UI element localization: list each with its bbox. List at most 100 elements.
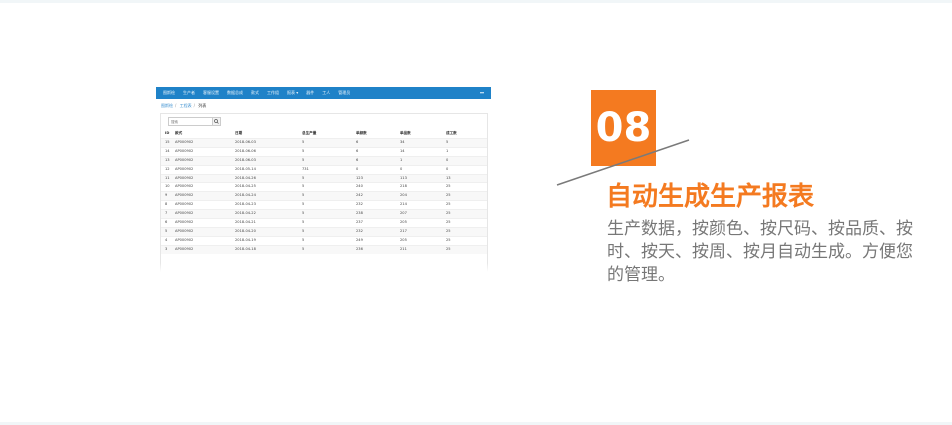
search-group [168,117,221,126]
table-cell-date: 2018-04-19 [231,235,298,246]
table-cell-item-count: 217 [396,226,442,237]
table-cell-item-count: 211 [396,244,442,254]
table-row[interactable]: 7 AP000902 2018-04-22 5 238 207 25 [161,209,487,219]
table-cell-date: 2018-04-26 [231,173,298,183]
table-row[interactable]: 12 AP000902 2018-05-14 731 0 0 0 [161,164,487,175]
table-cell-date: 2018-04-18 [231,244,298,254]
column-header-item-count[interactable]: 单品数 [396,130,442,138]
table-row[interactable]: 8 AP000902 2018-04-23 5 232 214 25 [161,200,487,210]
table-cell-color-count: 240 [352,182,396,192]
table-cell-id: 14 [161,146,171,157]
nav-item-data-summary[interactable]: 数据总成 [223,87,247,99]
nav-item-devices[interactable]: 器件 [302,87,318,99]
table-cell-date: 2018-04-25 [231,182,298,192]
nav-item-home[interactable]: 图斯绘 [156,87,179,99]
nav-item-admin[interactable]: 管理员 [334,87,354,99]
table-cell-id: 5 [161,226,171,237]
table-cell-item-count: 207 [396,209,442,219]
table-row[interactable]: 13 AP000902 2018-06-03 5 6 1 0 [161,155,487,166]
table-cell-item-count: 214 [396,200,442,210]
table-cell-style: AP000902 [171,146,231,157]
table-cell-date: 2018-04-21 [231,218,298,228]
table-cell-id: 6 [161,218,171,228]
table-cell-work-count: 25 [442,209,487,219]
nav-item-producer[interactable]: 生产者 [179,87,199,99]
nav-item-styles[interactable]: 款式 [247,87,263,99]
table-cell-color-count: 6 [352,137,396,148]
breadcrumb-home[interactable]: 图斯绘 [161,103,173,108]
breadcrumb-current: 列表 [198,103,207,108]
nav-item-reports[interactable]: 报表 ▾ [283,87,302,99]
table-row[interactable]: 4 AP000902 2018-04-19 5 249 205 25 [161,235,487,246]
table-row[interactable]: 11 AP000902 2018-04-26 5 123 113 13 [161,173,487,183]
table-row[interactable]: 15 AP000902 2018-06-03 5 6 34 5 [161,137,487,148]
table-cell-id: 7 [161,209,171,219]
table-cell-item-count: 1 [396,155,442,166]
column-header-color-count[interactable]: 单颜数 [352,130,396,138]
table-cell-total-output: 5 [298,235,352,246]
breadcrumb: 图斯绘 / 工程表 / 列表 [161,103,208,109]
breadcrumb-separator: / [175,103,177,108]
search-button[interactable] [212,117,221,126]
table-cell-work-count: 25 [442,235,487,246]
table-cell-work-count: 25 [442,218,487,228]
table-cell-color-count: 242 [352,191,396,201]
table-cell-id: 10 [161,182,171,192]
table-cell-id: 3 [161,244,171,254]
top-navbar: 图斯绘 生产者 客服设置 数据总成 款式 工作组 报表 ▾ 器件 工人 管理员 … [156,87,491,99]
table-cell-work-count: 25 [442,244,487,254]
table-cell-work-count: 25 [442,191,487,201]
table-cell-color-count: 238 [352,209,396,219]
table-cell-work-count: 25 [442,182,487,192]
nav-item-workers[interactable]: 工人 [318,87,334,99]
column-header-id[interactable]: ID [161,130,171,138]
table-cell-total-output: 5 [298,155,352,166]
table-cell-total-output: 5 [298,244,352,254]
table-cell-style: AP000902 [171,155,231,166]
table-cell-work-count: 0 [442,164,487,175]
search-input[interactable] [168,117,212,126]
table-cell-style: AP000902 [171,200,231,210]
table-cell-item-count: 205 [396,235,442,246]
search-icon [214,119,219,124]
table-cell-id: 8 [161,200,171,210]
feature-description: 生产数据，按颜色、按尺码、按品质、按时、按天、按周、按月自动生成。方便您的管理。 [607,219,913,285]
table-cell-date: 2018-06-06 [231,146,298,157]
table-cell-color-count: 237 [352,218,396,228]
table-cell-work-count: 25 [442,226,487,237]
column-header-total-output[interactable]: 总生产量 [298,130,352,138]
feature-title: 自动生成生产报表 [606,182,815,212]
table-cell-total-output: 5 [298,146,352,157]
table-cell-color-count: 0 [352,164,396,175]
table-row[interactable]: 14 AP000902 2018-06-06 5 6 14 1 [161,146,487,157]
table-row[interactable]: 5 AP000902 2018-04-20 5 232 217 25 [161,226,487,237]
table-header-row: ID 款式 日期 总生产量 单颜数 单品数 成工数 [161,130,487,138]
user-menu[interactable]: ▾▾ [480,87,484,99]
table-cell-work-count: 5 [442,137,487,148]
table-cell-color-count: 232 [352,226,396,237]
column-header-date[interactable]: 日期 [231,130,298,138]
table-row[interactable]: 9 AP000902 2018-04-24 5 242 204 25 [161,191,487,201]
table-cell-date: 2018-04-22 [231,209,298,219]
nav-item-service-settings[interactable]: 客服设置 [199,87,223,99]
table-cell-style: AP000902 [171,164,231,175]
table-cell-color-count: 249 [352,235,396,246]
table-cell-color-count: 123 [352,173,396,183]
table-cell-id: 13 [161,155,171,166]
screenshot-fade [156,263,491,272]
report-table: ID 款式 日期 总生产量 单颜数 单品数 成工数 15 AP000902 2018… [161,130,487,254]
breadcrumb-separator: / [193,103,195,108]
table-row[interactable]: 10 AP000902 2018-04-25 5 240 218 25 [161,182,487,192]
table-cell-total-output: 5 [298,218,352,228]
table-cell-date: 2018-06-03 [231,137,298,148]
table-row[interactable]: 3 AP000902 2018-04-18 5 236 211 25 [161,244,487,254]
breadcrumb-section[interactable]: 工程表 [180,103,192,108]
nav-item-workgroup[interactable]: 工作组 [263,87,283,99]
table-cell-item-count: 218 [396,182,442,192]
table-row[interactable]: 6 AP000902 2018-04-21 5 237 205 25 [161,218,487,228]
column-header-style[interactable]: 款式 [171,130,231,138]
caret-down-icon: ▾ [296,90,299,95]
table-cell-style: AP000902 [171,137,231,148]
column-header-work-count[interactable]: 成工数 [442,130,487,138]
top-edge-strip [0,0,952,3]
